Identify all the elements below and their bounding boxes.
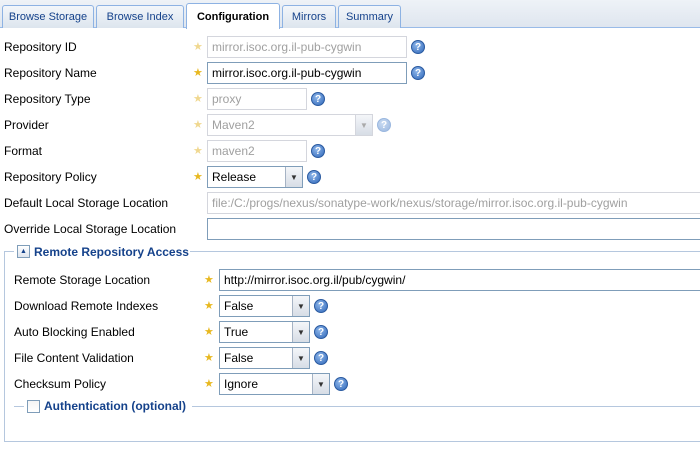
authentication-title: Authentication (optional) <box>44 399 186 413</box>
repository-policy-select[interactable]: Release ▼ <box>207 166 303 188</box>
required-star-icon: ★ <box>193 145 203 157</box>
dropdown-arrow-icon: ▼ <box>355 115 372 135</box>
tab-strip: Browse Storage Browse Index Configuratio… <box>0 0 700 29</box>
auth-fieldset-border-left <box>14 406 24 407</box>
file-validation-select[interactable]: False ▼ <box>219 347 310 369</box>
default-storage-label: Default Local Storage Location <box>4 196 169 210</box>
checksum-policy-label: Checksum Policy <box>14 377 107 391</box>
tab-configuration[interactable]: Configuration <box>186 3 280 29</box>
help-icon[interactable]: ? <box>314 325 328 339</box>
provider-select: Maven2 ▼ <box>207 114 373 136</box>
remote-access-title: Remote Repository Access <box>34 245 189 259</box>
dropdown-arrow-icon[interactable]: ▼ <box>285 167 302 187</box>
collapse-remote-button[interactable]: ▲ <box>17 245 30 258</box>
download-indexes-value: False <box>224 299 254 313</box>
remote-fieldset-border-left <box>4 251 5 441</box>
help-icon[interactable]: ? <box>377 118 391 132</box>
tab-browse-storage[interactable]: Browse Storage <box>2 5 94 28</box>
auto-blocking-select[interactable]: True ▼ <box>219 321 310 343</box>
required-star-icon: ★ <box>204 274 214 286</box>
dropdown-arrow-icon[interactable]: ▼ <box>292 348 309 368</box>
tab-browse-index[interactable]: Browse Index <box>96 5 184 28</box>
help-icon[interactable]: ? <box>411 66 425 80</box>
required-star-icon: ★ <box>193 67 203 79</box>
required-star-icon: ★ <box>193 119 203 131</box>
checksum-policy-select[interactable]: Ignore ▼ <box>219 373 330 395</box>
repository-name-field[interactable]: mirror.isoc.org.il-pub-cygwin <box>207 62 407 84</box>
repository-id-field: mirror.isoc.org.il-pub-cygwin <box>207 36 407 58</box>
tab-summary[interactable]: Summary <box>338 5 401 28</box>
repository-type-field: proxy <box>207 88 307 110</box>
required-star-icon: ★ <box>204 326 214 338</box>
help-icon[interactable]: ? <box>311 92 325 106</box>
dropdown-arrow-icon[interactable]: ▼ <box>292 296 309 316</box>
default-storage-field: file:/C:/progs/nexus/sonatype-work/nexus… <box>207 192 700 214</box>
checksum-policy-value: Ignore <box>224 377 259 391</box>
override-storage-label: Override Local Storage Location <box>4 222 177 236</box>
provider-label: Provider <box>4 118 49 132</box>
remote-storage-label: Remote Storage Location <box>14 273 151 287</box>
auth-fieldset-border-right <box>192 406 700 407</box>
auto-blocking-value: True <box>224 325 249 339</box>
help-icon[interactable]: ? <box>314 299 328 313</box>
required-star-icon: ★ <box>193 41 203 53</box>
file-validation-value: False <box>224 351 254 365</box>
required-star-icon: ★ <box>204 378 214 390</box>
remote-fieldset-border-top-left <box>4 251 14 252</box>
help-icon[interactable]: ? <box>314 351 328 365</box>
provider-value: Maven2 <box>212 118 255 132</box>
authentication-checkbox[interactable] <box>27 400 40 413</box>
download-indexes-label: Download Remote Indexes <box>14 299 159 313</box>
repository-id-label: Repository ID <box>4 40 77 54</box>
download-indexes-select[interactable]: False ▼ <box>219 295 310 317</box>
help-icon[interactable]: ? <box>307 170 321 184</box>
format-label: Format <box>4 144 43 158</box>
required-star-icon: ★ <box>193 171 203 183</box>
required-star-icon: ★ <box>193 93 203 105</box>
auto-blocking-label: Auto Blocking Enabled <box>14 325 135 339</box>
help-icon[interactable]: ? <box>334 377 348 391</box>
required-star-icon: ★ <box>204 300 214 312</box>
remote-fieldset-border-top-right <box>190 251 700 252</box>
file-validation-label: File Content Validation <box>14 351 134 365</box>
required-star-icon: ★ <box>204 352 214 364</box>
override-storage-field[interactable] <box>207 218 700 240</box>
help-icon[interactable]: ? <box>311 144 325 158</box>
help-icon[interactable]: ? <box>411 40 425 54</box>
remote-storage-field[interactable]: http://mirror.isoc.org.il/pub/cygwin/ <box>219 269 700 291</box>
repository-policy-value: Release <box>212 170 257 184</box>
repository-type-label: Repository Type <box>4 92 91 106</box>
dropdown-arrow-icon[interactable]: ▼ <box>312 374 329 394</box>
tab-mirrors[interactable]: Mirrors <box>282 5 336 28</box>
dropdown-arrow-icon[interactable]: ▼ <box>292 322 309 342</box>
format-field: maven2 <box>207 140 307 162</box>
remote-fieldset-border-bottom <box>4 441 700 442</box>
repository-policy-label: Repository Policy <box>4 170 97 184</box>
repository-name-label: Repository Name <box>4 66 97 80</box>
